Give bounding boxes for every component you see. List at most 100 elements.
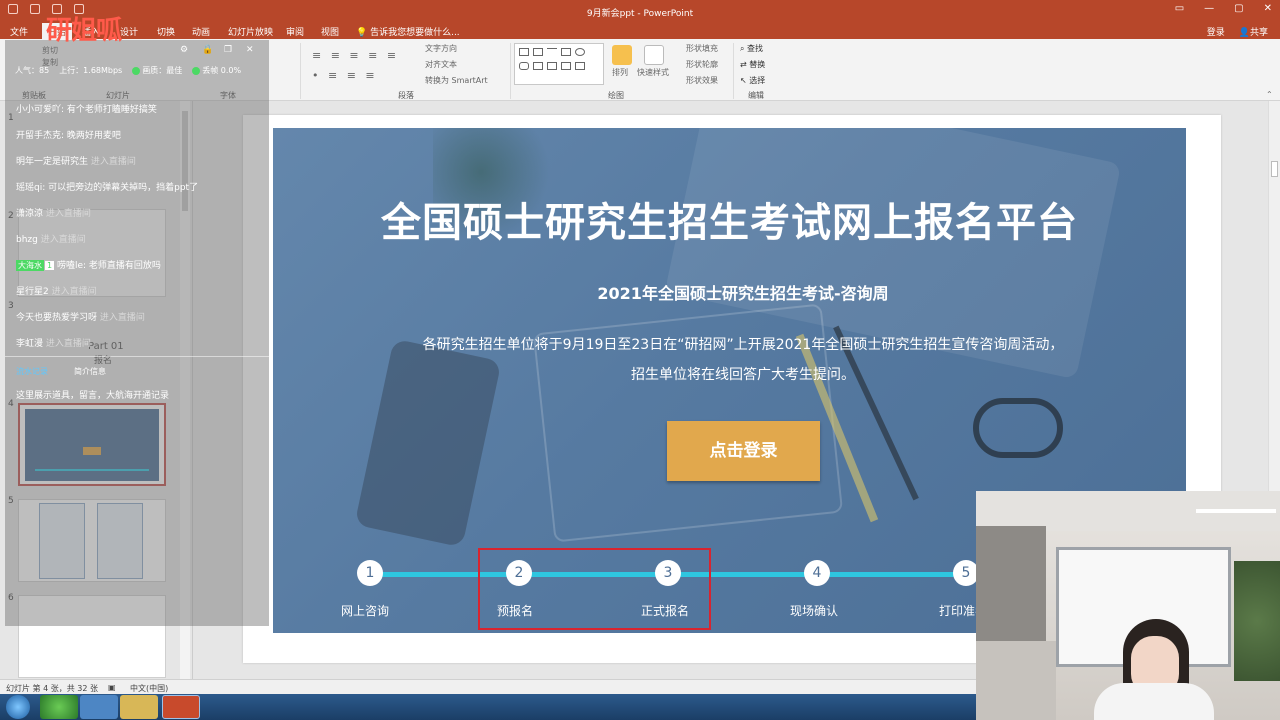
arrange-button[interactable]: 排列 bbox=[612, 67, 628, 78]
tab-slideshow[interactable]: 幻灯片放映 bbox=[228, 25, 273, 38]
overlay-controls: ⚙ 🔒 ❐ ✕ bbox=[180, 45, 258, 57]
chat-user: 潇涼涼 bbox=[16, 209, 44, 219]
chat-user: 今天也要热爱学习呀 bbox=[16, 313, 98, 323]
copy-icon[interactable]: ❐ bbox=[224, 45, 236, 57]
close-icon[interactable]: ✕ bbox=[246, 45, 258, 57]
group-editing-label: 编辑 bbox=[748, 91, 764, 100]
language-status[interactable]: 中文(中国) bbox=[130, 683, 168, 694]
shape-rect-icon[interactable] bbox=[561, 48, 571, 56]
shape-roundrect-icon[interactable] bbox=[519, 62, 529, 70]
tell-me-box[interactable]: 💡 告诉我您想要做什么... bbox=[356, 25, 460, 38]
tab-animations[interactable]: 动画 bbox=[192, 25, 210, 38]
tab-info[interactable]: 简介信息 bbox=[74, 366, 106, 377]
tab-records[interactable]: 流水记录 bbox=[16, 366, 48, 377]
shape-textbox-icon[interactable] bbox=[533, 48, 543, 56]
highlight-box[interactable] bbox=[478, 548, 711, 630]
smartart-button[interactable]: 转换为 SmartArt bbox=[425, 75, 488, 86]
chat-text: 进入直播间 bbox=[40, 235, 86, 245]
overlay-divider bbox=[5, 356, 269, 357]
chat-user: 小小可爱吖 bbox=[16, 105, 62, 115]
chat-text: : 可以把旁边的弹幕关掉吗，挡着ppt了 bbox=[42, 183, 199, 193]
list-buttons[interactable]: • ≡ ≡ ≡ bbox=[312, 69, 378, 82]
share-button[interactable]: 👤共享 bbox=[1239, 25, 1268, 38]
shape-fill-button[interactable]: 形状填充 bbox=[686, 43, 718, 54]
glasses-image bbox=[973, 398, 1063, 458]
ribbon-separator bbox=[733, 43, 734, 99]
slide-counter: 幻灯片 第 4 张，共 32 张 bbox=[6, 684, 98, 693]
chat-text: 进入直播间 bbox=[45, 339, 91, 349]
replace-button[interactable]: ⇄ 替换 bbox=[740, 59, 765, 70]
step-circle: 1 bbox=[357, 560, 383, 586]
shape-triangle-icon[interactable] bbox=[533, 62, 543, 70]
fan-level: 1 bbox=[45, 261, 55, 270]
user-icon: 👤 bbox=[1238, 28, 1250, 38]
select-button[interactable]: ↖ 选择 bbox=[740, 75, 765, 86]
slide-subtitle[interactable]: 2021年全国硕士研究生招生考试-咨询周 bbox=[273, 280, 1186, 304]
start-button[interactable] bbox=[6, 695, 30, 719]
step-label: 现场确认 bbox=[789, 604, 838, 618]
arrange-icon[interactable] bbox=[612, 45, 632, 65]
quick-styles-button[interactable]: 快速样式 bbox=[637, 67, 669, 78]
tab-design[interactable]: 设计 bbox=[120, 25, 138, 38]
shapes-gallery[interactable] bbox=[514, 43, 604, 85]
shape-oval-icon[interactable] bbox=[575, 48, 585, 56]
shape-connector-icon[interactable] bbox=[547, 62, 557, 70]
chat-message: 李虹漫 进入直播间 bbox=[16, 336, 91, 349]
app-finder-icon[interactable] bbox=[80, 695, 118, 719]
lock-icon[interactable]: 🔒 bbox=[202, 45, 214, 57]
chat-text: : 晚两好用麦吧 bbox=[61, 131, 121, 141]
align-buttons[interactable]: ≡ ≡ ≡ ≡ ≡ bbox=[312, 49, 399, 62]
shape-outline-button[interactable]: 形状轮廓 bbox=[686, 59, 718, 70]
replace-label: 替换 bbox=[749, 60, 766, 69]
shape-textbox-icon[interactable] bbox=[519, 48, 529, 56]
chat-message: 开留手杰克: 晚两好用麦吧 bbox=[16, 128, 121, 141]
login-link[interactable]: 登录 bbox=[1207, 25, 1225, 38]
lightbulb-icon: 💡 bbox=[356, 28, 371, 38]
share-label: 共享 bbox=[1249, 28, 1268, 38]
shape-arrow-icon[interactable] bbox=[561, 62, 571, 70]
chat-message: 瑶瑶qi: 可以把旁边的弹幕关掉吗，挡着ppt了 bbox=[16, 180, 198, 193]
ribbon-separator bbox=[300, 43, 301, 99]
chat-message: 潇涼涼 进入直播间 bbox=[16, 206, 91, 219]
slide-description[interactable]: 各研究生招生单位将于9月19日至23日在“研招网”上开展2021年全国硕士研究生… bbox=[273, 330, 1186, 390]
app-360-icon[interactable] bbox=[40, 695, 78, 719]
align-text-button[interactable]: 对齐文本 bbox=[425, 59, 457, 70]
presenter-body bbox=[1094, 683, 1214, 720]
collapse-ribbon-icon[interactable]: ⌃ bbox=[1266, 90, 1273, 99]
scroll-thumb[interactable] bbox=[1271, 161, 1278, 177]
text-direction-button[interactable]: 文字方向 bbox=[425, 43, 457, 54]
chat-text: 进入直播间 bbox=[99, 313, 145, 323]
folder-icon[interactable] bbox=[120, 695, 158, 719]
quick-styles-icon[interactable] bbox=[644, 45, 664, 65]
slide-title[interactable]: 全国硕士研究生招生考试网上报名平台 bbox=[273, 190, 1186, 248]
chat-text: 进入直播间 bbox=[90, 157, 136, 167]
shape-line-icon[interactable] bbox=[547, 48, 557, 56]
find-button[interactable]: ⌕ 查找 bbox=[740, 43, 763, 54]
window-title: 9月新会ppt - PowerPoint bbox=[586, 9, 694, 19]
chat-user: bhzg bbox=[16, 235, 38, 245]
quality-status: 画质：最佳 bbox=[132, 65, 182, 76]
drop-label: 丢帧 0.0% bbox=[202, 66, 242, 75]
tab-file[interactable]: 文件 bbox=[10, 25, 28, 38]
upload-rate: 上行：1.68Mbps bbox=[59, 66, 123, 75]
tab-transitions[interactable]: 切换 bbox=[157, 25, 175, 38]
step-circle: 4 bbox=[804, 560, 830, 586]
tab-review[interactable]: 审阅 bbox=[286, 25, 304, 38]
maximize-button[interactable]: ▢ bbox=[1234, 3, 1243, 14]
tab-view[interactable]: 视图 bbox=[321, 25, 339, 38]
status-dot bbox=[132, 66, 141, 75]
ribbon-display-button[interactable]: ▭ bbox=[1175, 3, 1184, 14]
shape-star-icon[interactable] bbox=[575, 62, 585, 70]
ceiling-lamp bbox=[1196, 509, 1276, 513]
minimize-button[interactable]: — bbox=[1204, 3, 1214, 14]
chat-message: 今天也要热爱学习呀 进入直播间 bbox=[16, 310, 145, 323]
spellcheck-icon[interactable]: ▣ bbox=[108, 683, 116, 692]
settings-icon[interactable]: ⚙ bbox=[180, 45, 192, 57]
ribbon-tabs: 文件 开始 插入 设计 切换 动画 幻灯片放映 审阅 视图 💡 告诉我您想要做什… bbox=[0, 22, 1280, 39]
powerpoint-icon[interactable] bbox=[162, 695, 200, 719]
chat-message: 明年一定是研究生 进入直播间 bbox=[16, 154, 136, 167]
login-button[interactable]: 点击登录 bbox=[667, 421, 820, 481]
close-button[interactable]: ✕ bbox=[1264, 3, 1272, 14]
chat-user: 瑶瑶qi bbox=[16, 183, 43, 193]
shape-effects-button[interactable]: 形状效果 bbox=[686, 75, 718, 86]
